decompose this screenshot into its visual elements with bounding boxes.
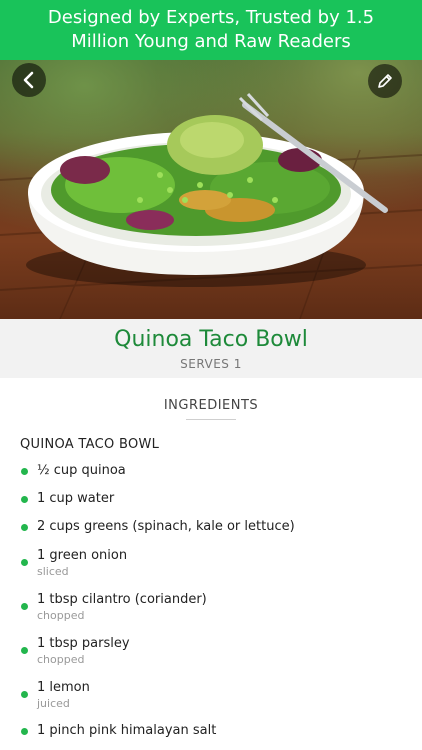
recipe-title: Quinoa Taco Bowl [114, 327, 308, 352]
serves-label: SERVES 1 [180, 357, 242, 371]
ingredient-note: sliced [37, 565, 69, 578]
recipe-photo [0, 60, 422, 319]
ingredients-heading: INGREDIENTS [163, 398, 259, 413]
ingredient-note: juiced [37, 697, 70, 710]
ingredient-text: 1 cup water [37, 491, 115, 506]
ingredient-note: chopped [37, 609, 85, 622]
bullet-icon [21, 559, 28, 566]
ingredient-text: 2 cups greens (spinach, kale or lettuce) [37, 519, 295, 534]
bullet-icon [21, 691, 28, 698]
recipe-title-section: Quinoa Taco Bowl SERVES 1 [0, 319, 422, 378]
heading-divider [186, 419, 236, 420]
bullet-icon [21, 468, 28, 475]
ingredient-group-title: QUINOA TACO BOWL [20, 437, 160, 452]
promo-banner-text: Designed by Experts, Trusted by 1.5 Mill… [47, 7, 375, 52]
bullet-icon [21, 728, 28, 735]
ingredient-note: chopped [37, 653, 85, 666]
ingredient-text: 1 green onion [37, 548, 128, 563]
bullet-icon [21, 647, 28, 654]
bullet-icon [21, 496, 28, 503]
ingredient-text: 1 tbsp cilantro (coriander) [37, 592, 207, 607]
edit-button[interactable] [368, 64, 402, 98]
pencil-icon [378, 74, 392, 88]
chevron-left-icon [23, 71, 34, 89]
promo-banner: Designed by Experts, Trusted by 1.5 Mill… [0, 0, 422, 60]
ingredient-text: 1 lemon [37, 680, 90, 695]
bullet-icon [21, 603, 28, 610]
ingredient-text: 1 tbsp parsley [37, 636, 130, 651]
salad-bowl-illustration [0, 92, 422, 319]
back-button[interactable] [12, 63, 46, 97]
ingredient-text: 1 pinch pink himalayan salt [37, 723, 217, 738]
bullet-icon [21, 524, 28, 531]
ingredient-text: ½ cup quinoa [37, 463, 126, 478]
